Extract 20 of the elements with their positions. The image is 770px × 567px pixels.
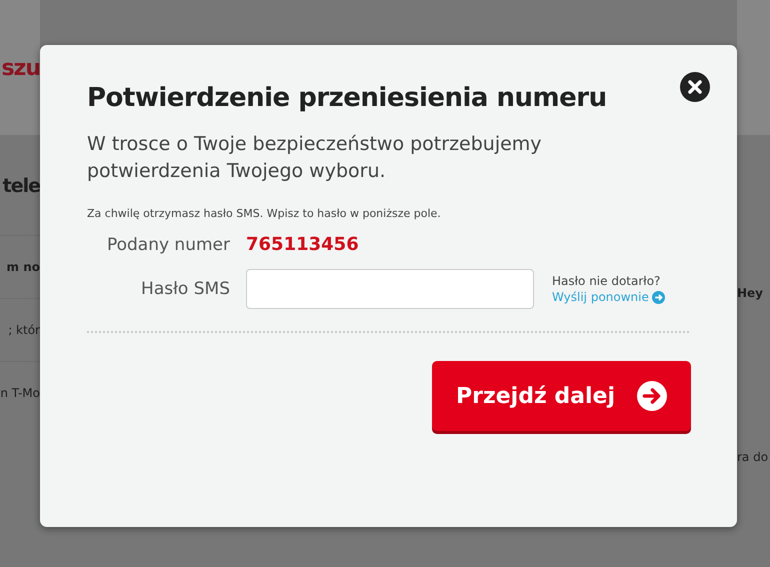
info-text: Za chwilę otrzymasz hasło SMS. Wpisz to hasło w poniższe pole. (87, 207, 442, 220)
table-text: m no (6, 260, 40, 274)
table-text: ra do (737, 450, 770, 464)
sms-label: Hasło SMS (141, 279, 230, 299)
dialog-title: Potwierdzenie przeniesienia numeru (87, 83, 608, 113)
page-heading: tele (2, 175, 40, 197)
close-icon[interactable] (680, 72, 710, 102)
number-label: Podany numer (106, 234, 230, 254)
continue-button[interactable]: Przejdź dalej (432, 361, 691, 431)
resend-link[interactable]: Wyślij ponownie (552, 290, 689, 304)
table-text: Hey (737, 286, 764, 300)
dialog-subtitle: W trosce o Twoje bezpieczeństwo potrzebujemy potwierdzenia Twojego wyboru. (87, 132, 543, 184)
phone-number: 765113456 (246, 234, 360, 255)
table-text: ; któr (8, 323, 40, 337)
table-text: n T-Mo (0, 386, 40, 400)
logo-fragment: szu (1, 56, 40, 81)
arrow-right-icon (652, 290, 665, 304)
sms-code-field[interactable] (246, 269, 534, 309)
arrow-right-icon (637, 381, 668, 411)
resend-question: Hasło nie dotarło? (552, 274, 662, 288)
